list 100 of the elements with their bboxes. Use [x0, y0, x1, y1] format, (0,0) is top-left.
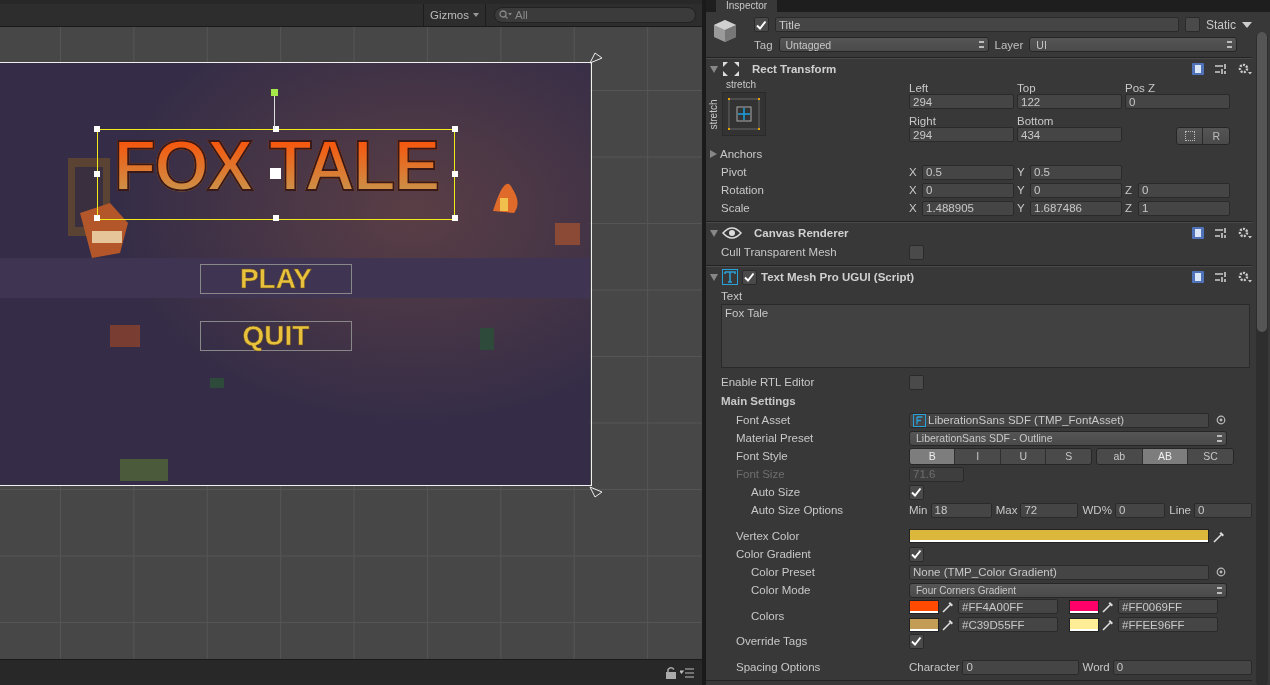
number-field[interactable]: 0.5	[922, 164, 1014, 180]
cube-icon	[712, 18, 738, 44]
number-field[interactable]: 294	[909, 127, 1014, 142]
field-label: Line	[1169, 504, 1191, 516]
field-label: Min	[909, 504, 928, 516]
help-icon[interactable]	[1192, 227, 1204, 239]
rotation-handle[interactable]	[271, 89, 278, 129]
style-toggle[interactable]: B	[910, 448, 956, 464]
name-field[interactable]: Title	[775, 17, 1179, 32]
corner-handle-icon[interactable]	[589, 486, 603, 498]
menu-button[interactable]: QUIT	[200, 321, 352, 351]
expand-icon[interactable]	[710, 229, 718, 237]
checkbox[interactable]	[909, 374, 924, 390]
hex-field[interactable]: #FF4A00FF	[958, 599, 1058, 614]
selection-frame[interactable]	[97, 129, 455, 220]
settings-icon[interactable]	[1238, 271, 1252, 283]
number-field[interactable]: 0	[962, 659, 1079, 675]
rect-transform-icon	[722, 61, 740, 77]
property-label: Color Gradient	[735, 548, 812, 560]
axis-label: Y	[1017, 184, 1026, 196]
scrollbar[interactable]	[1256, 32, 1268, 685]
property-label: Colors	[750, 609, 786, 622]
style-toggle[interactable]: AB	[1142, 448, 1189, 464]
expand-icon[interactable]	[710, 273, 718, 281]
axis-label: X	[909, 184, 918, 196]
checkbox[interactable]	[754, 17, 769, 32]
foldout-label[interactable]: Anchors	[720, 148, 763, 160]
sliders-icon[interactable]	[1214, 227, 1228, 239]
axis-label: Z	[1125, 184, 1133, 196]
axis-label: X	[909, 166, 918, 178]
style-toggle[interactable]: S	[1046, 448, 1091, 464]
checkbox[interactable]	[909, 633, 924, 649]
style-toggle[interactable]: I	[955, 448, 1001, 464]
object-picker-icon[interactable]	[1216, 415, 1226, 425]
help-icon[interactable]	[1192, 271, 1204, 283]
style-toggle[interactable]: U	[1001, 448, 1047, 464]
hex-field[interactable]: #FF0069FF	[1118, 599, 1218, 614]
layer-dropdown[interactable]: UI	[1029, 37, 1238, 52]
eyedropper-icon[interactable]	[1102, 600, 1115, 613]
corner-handle-icon[interactable]	[589, 52, 603, 64]
raw-edit-toggle[interactable]: R	[1176, 127, 1230, 145]
checkbox[interactable]	[909, 244, 924, 260]
scene-view[interactable]: FOX TALE PLAY QUIT	[0, 27, 702, 659]
menu-button[interactable]: PLAY	[200, 264, 352, 294]
number-field[interactable]: 0	[1125, 94, 1230, 109]
anchor-preset-button[interactable]	[722, 92, 766, 136]
dropdown[interactable]: LiberationSans SDF - Outline	[909, 430, 1227, 446]
field-label: Left	[909, 82, 930, 94]
axis-label: Y	[1017, 202, 1026, 214]
axis-label: X	[909, 202, 918, 214]
eyedropper-icon[interactable]	[1102, 618, 1115, 631]
field-label: Pos Z	[1125, 82, 1157, 94]
eyedropper-icon[interactable]	[942, 600, 955, 613]
number-field[interactable]: 434	[1017, 127, 1122, 142]
lock-icon[interactable]	[666, 666, 676, 679]
menu-icon[interactable]	[680, 667, 694, 678]
checkbox[interactable]	[909, 546, 924, 562]
expand-icon[interactable]	[710, 150, 717, 158]
eyedropper-icon[interactable]	[1213, 529, 1226, 543]
object-field[interactable]: LiberationSans SDF (TMP_FontAsset)	[909, 412, 1209, 428]
style-toggle[interactable]: SC	[1188, 448, 1233, 464]
inspector-tab[interactable]: Inspector	[716, 0, 778, 12]
caret-icon[interactable]	[1242, 21, 1252, 28]
static-label: Static	[1206, 17, 1236, 32]
settings-icon[interactable]	[1238, 63, 1252, 75]
number-field[interactable]: 0	[1030, 182, 1122, 198]
search-field[interactable]: All	[494, 7, 696, 23]
tag-dropdown[interactable]: Untagged	[778, 37, 989, 52]
number-field[interactable]: 0	[922, 182, 1014, 198]
component-title: Text Mesh Pro UGUI (Script)	[761, 271, 915, 283]
number-field[interactable]: 0	[1112, 659, 1252, 675]
style-toggle[interactable]: ab	[1097, 448, 1143, 464]
sliders-icon[interactable]	[1214, 63, 1228, 75]
component-title: Canvas Renderer	[754, 227, 849, 239]
gizmos-dropdown[interactable]: Gizmos	[423, 4, 486, 26]
property-label: Text	[720, 289, 744, 304]
component-title: Rect Transform	[752, 63, 837, 75]
hex-field[interactable]: #C39D55FF	[958, 617, 1058, 632]
checkbox[interactable]	[742, 269, 757, 285]
number-field[interactable]: 0	[1138, 182, 1230, 198]
property-label: Font Asset	[735, 414, 792, 426]
number-field[interactable]: 0.5	[1030, 164, 1122, 180]
hex-field[interactable]: #FFEE96FF	[1118, 617, 1218, 632]
property-label: Spacing Options	[735, 661, 822, 673]
settings-icon[interactable]	[1238, 227, 1252, 239]
number-field[interactable]: 1.488905	[922, 200, 1014, 216]
number-field[interactable]: 1	[1138, 200, 1230, 216]
sliders-icon[interactable]	[1214, 271, 1228, 283]
help-icon[interactable]	[1192, 63, 1204, 75]
object-picker-icon[interactable]	[1216, 567, 1226, 577]
number-field[interactable]: 294	[909, 94, 1014, 109]
eyedropper-icon[interactable]	[942, 618, 955, 631]
dropdown[interactable]: Four Corners Gradient	[909, 582, 1227, 598]
text-area[interactable]: Fox Tale	[721, 304, 1250, 368]
number-field[interactable]: 1.687486	[1030, 200, 1122, 216]
checkbox[interactable]	[1185, 17, 1200, 32]
anchor-label: stretch	[726, 79, 756, 90]
object-field[interactable]: None (TMP_Color Gradient)	[909, 564, 1209, 580]
property-label: Pivot	[720, 166, 748, 178]
number-field[interactable]: 122	[1017, 94, 1122, 109]
